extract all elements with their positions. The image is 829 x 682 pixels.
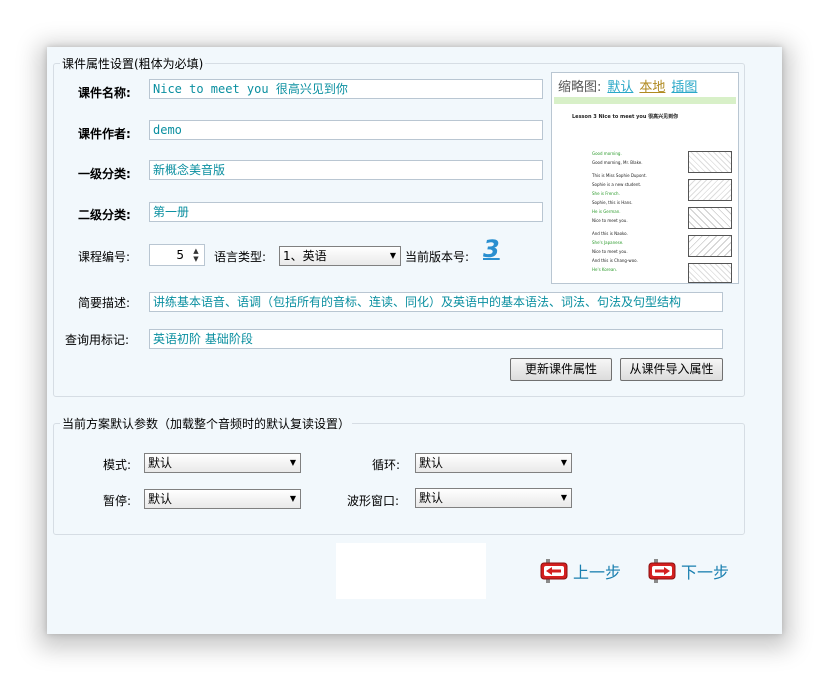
stepper-arrows-icon[interactable]: ▲ ▼ xyxy=(190,247,202,263)
thumbnail-header: 缩略图: 默认 本地 插图 xyxy=(558,76,697,95)
version-label: 当前版本号: xyxy=(405,250,470,264)
course-number-value: 5 xyxy=(176,248,184,262)
thumbnail-line: Sophie is a new student. xyxy=(592,182,642,187)
thumbnail-dialogue: Good morning. Good morning, Mr. Blake. T… xyxy=(592,149,688,274)
language-select[interactable]: 1、英语 ▼ xyxy=(279,246,401,266)
category1-label: 一级分类: xyxy=(78,167,131,181)
thumbnail-default-link[interactable]: 默认 xyxy=(607,80,633,95)
thumbnail-line: Good morning, Mr. Blake. xyxy=(592,160,643,165)
thumbnail-line: Good morning. xyxy=(592,151,622,156)
loop-select-value: 默认 xyxy=(419,456,444,470)
loop-label: 循环: xyxy=(372,458,401,472)
default-params-legend: 当前方案默认参数（加载整个音频时的默认复读设置） xyxy=(62,417,351,431)
thumbnail-line: Nice to meet you. xyxy=(592,249,628,254)
thumbnail-topbar xyxy=(554,97,736,104)
language-label: 语言类型: xyxy=(214,250,267,264)
prev-step-button[interactable]: 上一步 xyxy=(539,556,621,586)
thumbnail-line: And this is Chang-woo. xyxy=(592,258,638,263)
arrow-right-icon xyxy=(647,558,677,584)
thumbnail-line: Nice to meet you. xyxy=(592,218,628,223)
mode-label: 模式: xyxy=(103,458,132,472)
course-number-stepper[interactable]: 5 ▲ ▼ xyxy=(149,244,205,266)
waveform-select-value: 默认 xyxy=(419,491,444,505)
wizard-window: 课件属性设置(粗体为必填) 课件名称: Nice to meet you 很高兴… xyxy=(47,47,782,634)
thumbnail-line: He's Korean. xyxy=(592,267,618,272)
waveform-label: 波形窗口: xyxy=(347,494,400,508)
thumbnail-page-title: Lesson 3 Nice to meet you 很高兴见到你 xyxy=(572,114,679,120)
thumbnail-line: Sophie, this is Hans. xyxy=(592,200,633,205)
thumbnail-line: This is Miss Sophie Dupont. xyxy=(592,173,647,178)
thumbnail-panel: 缩略图: 默认 本地 插图 Lesson 3 Nice to meet you 很高兴… xyxy=(551,72,739,284)
prev-step-label: 上一步 xyxy=(573,563,622,582)
pause-label: 暂停: xyxy=(103,494,132,508)
tags-field[interactable]: 英语初阶 基础阶段 xyxy=(149,329,723,349)
category1-field[interactable]: 新概念美音版 xyxy=(149,160,543,180)
tags-label: 查询用标记: xyxy=(65,333,130,347)
cartoon-picture xyxy=(688,151,732,173)
mode-select-value: 默认 xyxy=(148,456,173,470)
mode-select[interactable]: 默认 ▼ xyxy=(144,453,301,473)
chevron-down-icon: ▼ xyxy=(389,251,396,260)
waveform-select[interactable]: 默认 ▼ xyxy=(415,488,572,508)
thumbnail-line: He is German. xyxy=(592,209,621,214)
summary-field[interactable]: 讲练基本语音、语调（包括所有的音标、连读、同化）及英语中的基本语法、词法、句法及… xyxy=(149,292,723,312)
author-field[interactable]: demo xyxy=(149,120,543,140)
blank-area xyxy=(336,543,486,599)
update-properties-button[interactable]: 更新课件属性 xyxy=(510,358,612,381)
cartoon-picture xyxy=(688,179,732,201)
name-label: 课件名称: xyxy=(78,86,131,100)
category2-label: 二级分类: xyxy=(78,208,131,222)
author-label: 课件作者: xyxy=(78,127,131,141)
courseware-properties-legend: 课件属性设置(粗体为必填) xyxy=(62,57,204,71)
name-field[interactable]: Nice to meet you 很高兴见到你 xyxy=(149,79,543,99)
thumbnail-line: She's Japanese. xyxy=(592,240,624,245)
next-step-label: 下一步 xyxy=(681,563,730,582)
pause-select-value: 默认 xyxy=(148,492,173,506)
category2-field[interactable]: 第一册 xyxy=(149,202,543,222)
chevron-down-icon: ▼ xyxy=(289,458,296,467)
cartoon-picture xyxy=(688,235,732,257)
chevron-down-icon: ▼ xyxy=(289,494,296,503)
thumbnail-label: 缩略图: xyxy=(558,80,602,95)
language-select-value: 1、英语 xyxy=(283,249,327,263)
thumbnail-local-link[interactable]: 本地 xyxy=(639,80,665,95)
thumbnail-line: She is French. xyxy=(592,191,620,196)
arrow-left-icon xyxy=(539,558,569,584)
cartoon-picture xyxy=(688,207,732,229)
cartoon-picture xyxy=(688,263,732,283)
default-params-group: 当前方案默认参数（加载整个音频时的默认复读设置） xyxy=(53,415,745,535)
summary-label: 简要描述: xyxy=(78,296,131,310)
chevron-down-icon: ▼ xyxy=(560,493,567,502)
course-number-label: 课程编号: xyxy=(78,250,131,264)
thumbnail-image: Lesson 3 Nice to meet you 很高兴见到你 Good mo… xyxy=(554,97,736,283)
thumbnail-insert-link[interactable]: 插图 xyxy=(671,80,697,95)
import-properties-button[interactable]: 从课件导入属性 xyxy=(620,358,723,381)
chevron-down-icon: ▼ xyxy=(560,458,567,467)
next-step-button[interactable]: 下一步 xyxy=(647,556,729,586)
loop-select[interactable]: 默认 ▼ xyxy=(415,453,572,473)
thumbnail-line: And this is Naoko. xyxy=(592,231,628,236)
pause-select[interactable]: 默认 ▼ xyxy=(144,489,301,509)
version-number: 3 xyxy=(483,235,500,263)
